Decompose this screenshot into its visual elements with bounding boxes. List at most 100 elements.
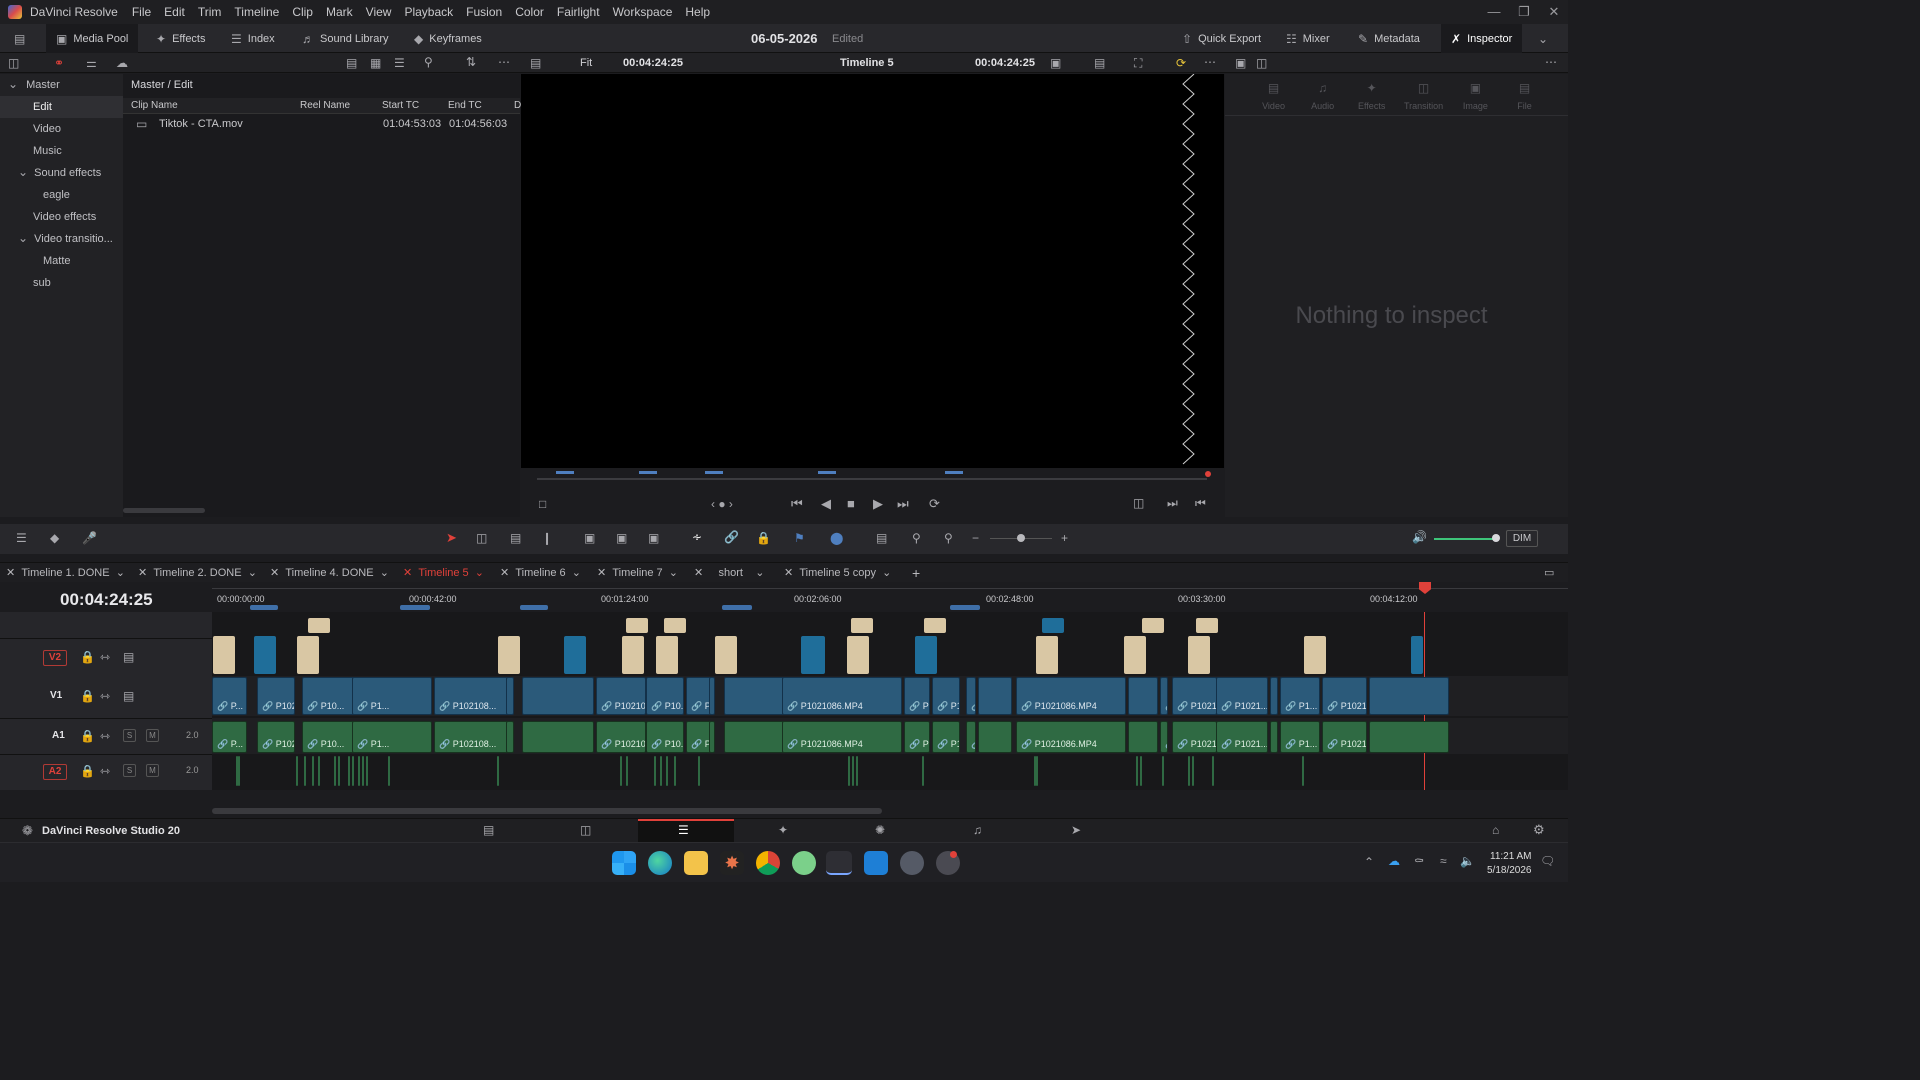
timeline-ruler[interactable]: 00:00:00:00 00:00:42:00 00:01:24:00 00:0… <box>212 588 1568 612</box>
volume-slider[interactable] <box>1434 538 1496 540</box>
search-icon[interactable]: ⚲ <box>424 56 433 68</box>
bin-item-sound-effects[interactable]: ⌄ Sound effects <box>0 162 123 184</box>
compound-clip[interactable] <box>254 636 276 674</box>
v1-clip[interactable]: 🔗 P1... <box>1280 677 1320 715</box>
a2-clip[interactable] <box>366 756 368 786</box>
v3-clip[interactable] <box>308 618 330 633</box>
v1-clip[interactable]: 🔗 P1... <box>904 677 930 715</box>
a2-clip[interactable] <box>620 756 622 786</box>
ruler-marker[interactable] <box>520 605 548 610</box>
menu-clip[interactable]: Clip <box>292 5 313 19</box>
effects-button[interactable]: ✦ Effects <box>156 24 206 53</box>
v1-clip[interactable]: 🔗 P1... <box>1160 677 1168 715</box>
tab-timeline-4[interactable]: ✕ Timeline 4. DONE ⌄ <box>270 563 389 583</box>
chevron-up-icon[interactable]: ⌃ <box>1364 856 1374 868</box>
pool-scrollbar[interactable] <box>123 508 205 513</box>
a1-clip[interactable]: 🔗 P102108... <box>596 721 646 753</box>
audio-wave-icon[interactable]: ⚌ <box>86 57 97 69</box>
deliver-page-icon[interactable]: ➤ <box>1071 824 1081 836</box>
a2-clip[interactable] <box>362 756 364 786</box>
col-clip-name[interactable]: Clip Name <box>131 100 178 111</box>
keyframes-button[interactable]: ◆ Keyframes <box>414 24 482 53</box>
inspector-button[interactable]: ✗ Inspector <box>1441 24 1523 53</box>
title-clip[interactable] <box>498 636 520 674</box>
voiceover-icon[interactable]: 🎤 <box>82 532 97 544</box>
a2-clip[interactable] <box>666 756 668 786</box>
mute-button[interactable]: M <box>146 764 159 777</box>
metadata-button[interactable]: ✎ Metadata <box>1358 24 1420 53</box>
v1-clip[interactable] <box>1369 677 1449 715</box>
lock-icon[interactable]: 🔒 <box>80 765 95 777</box>
zoom-detail-icon[interactable]: ⚲ <box>912 532 921 544</box>
a1-clip[interactable]: 🔗 P... <box>212 721 247 753</box>
title-clip[interactable] <box>847 636 869 674</box>
file-explorer-icon[interactable] <box>684 851 708 875</box>
inspector-more-icon[interactable]: ⋯ <box>1545 56 1557 68</box>
bin-item-music[interactable]: Music <box>0 140 123 162</box>
v1-clip[interactable] <box>1128 677 1158 715</box>
sound-library-button[interactable]: ♬ Sound Library <box>302 24 389 53</box>
menu-help[interactable]: Help <box>685 5 710 19</box>
v1-clip[interactable]: 🔗 P102... <box>686 677 711 715</box>
v1-clip[interactable]: 🔗 P1021086.MP4 <box>257 677 295 715</box>
title-clip[interactable] <box>715 636 737 674</box>
a2-clip[interactable] <box>338 756 340 786</box>
zoom-custom-icon[interactable]: ⚲ <box>944 532 953 544</box>
menu-edit[interactable]: Edit <box>164 5 185 19</box>
a1-clip[interactable]: 🔗 P10... <box>966 721 976 753</box>
ruler-marker[interactable] <box>950 605 980 610</box>
trim-tool-icon[interactable]: ◫ <box>476 532 487 544</box>
v3-clip[interactable] <box>664 618 686 633</box>
auto-select-icon[interactable]: ⇿ <box>100 651 110 663</box>
mixer-button[interactable]: ☷ Mixer <box>1286 24 1330 53</box>
v3-clip[interactable] <box>1196 618 1218 633</box>
media-pool-button[interactable]: ▣ Media Pool <box>46 24 139 53</box>
zoom-slider-handle[interactable] <box>1017 534 1025 542</box>
volume-slider-handle[interactable] <box>1492 534 1500 542</box>
a1-clip[interactable]: 🔗 P1021... <box>1322 721 1367 753</box>
color-page-icon[interactable]: ✺ <box>875 824 885 836</box>
a2-clip[interactable] <box>856 756 858 786</box>
auto-select-icon[interactable]: ⇿ <box>100 765 110 777</box>
a1-clip[interactable] <box>1270 721 1278 753</box>
compound-clip[interactable] <box>915 636 937 674</box>
a1-clip[interactable] <box>522 721 594 753</box>
v3-clip[interactable] <box>1042 618 1064 633</box>
a2-clip[interactable] <box>348 756 350 786</box>
overwrite-clip-icon[interactable]: ▣ <box>616 532 627 544</box>
link-icon[interactable]: ⚭ <box>54 57 64 69</box>
ruler-marker[interactable] <box>400 605 430 610</box>
next-edit-icon[interactable]: ⏭ <box>1167 497 1178 509</box>
v3-clip[interactable] <box>924 618 946 633</box>
tab-timeline-5-copy[interactable]: ✕ Timeline 5 copy ⌄ <box>784 563 891 583</box>
ruler-marker[interactable] <box>722 605 752 610</box>
v3-clip[interactable] <box>626 618 648 633</box>
safe-area-icon[interactable]: ▣ <box>1050 57 1061 69</box>
volume-icon[interactable]: 🔊 <box>1412 531 1427 543</box>
inspector-tab-video[interactable]: ▤ Video <box>1249 82 1298 114</box>
title-clip[interactable] <box>1124 636 1146 674</box>
menu-timeline[interactable]: Timeline <box>234 5 279 19</box>
split-view-icon[interactable]: ◫ <box>1256 57 1267 69</box>
a2-clip[interactable] <box>1302 756 1304 786</box>
title-clip[interactable] <box>213 636 235 674</box>
a1-clip[interactable]: 🔗 P1... <box>352 721 432 753</box>
lock-icon[interactable]: 🔒 <box>80 651 95 663</box>
lock-icon[interactable]: 🔒 <box>80 690 95 702</box>
v1-clip[interactable] <box>1270 677 1278 715</box>
compound-clip[interactable] <box>801 636 825 674</box>
inspector-tab-image[interactable]: ▣ Image <box>1451 82 1500 114</box>
a1-clip[interactable]: 🔗 P1... <box>904 721 930 753</box>
speaker-icon[interactable]: 🔈 <box>1460 855 1475 867</box>
v1-clip[interactable] <box>506 677 514 715</box>
onedrive-icon[interactable]: ☁ <box>1388 855 1400 867</box>
v1-clip[interactable]: 🔗 P1021... <box>1322 677 1367 715</box>
title-clip[interactable] <box>656 636 678 674</box>
close-icon[interactable]: ✕ <box>1538 0 1570 24</box>
col-reel-name[interactable]: Reel Name <box>300 100 350 111</box>
clock-time[interactable]: 11:21 AM <box>1490 851 1532 862</box>
timeline-expand-icon[interactable]: ▭ <box>1544 563 1554 583</box>
a2-clip[interactable] <box>922 756 924 786</box>
position-lock-icon[interactable]: 🔒 <box>756 532 771 544</box>
viewer-more-icon[interactable]: ⋯ <box>1204 56 1216 68</box>
